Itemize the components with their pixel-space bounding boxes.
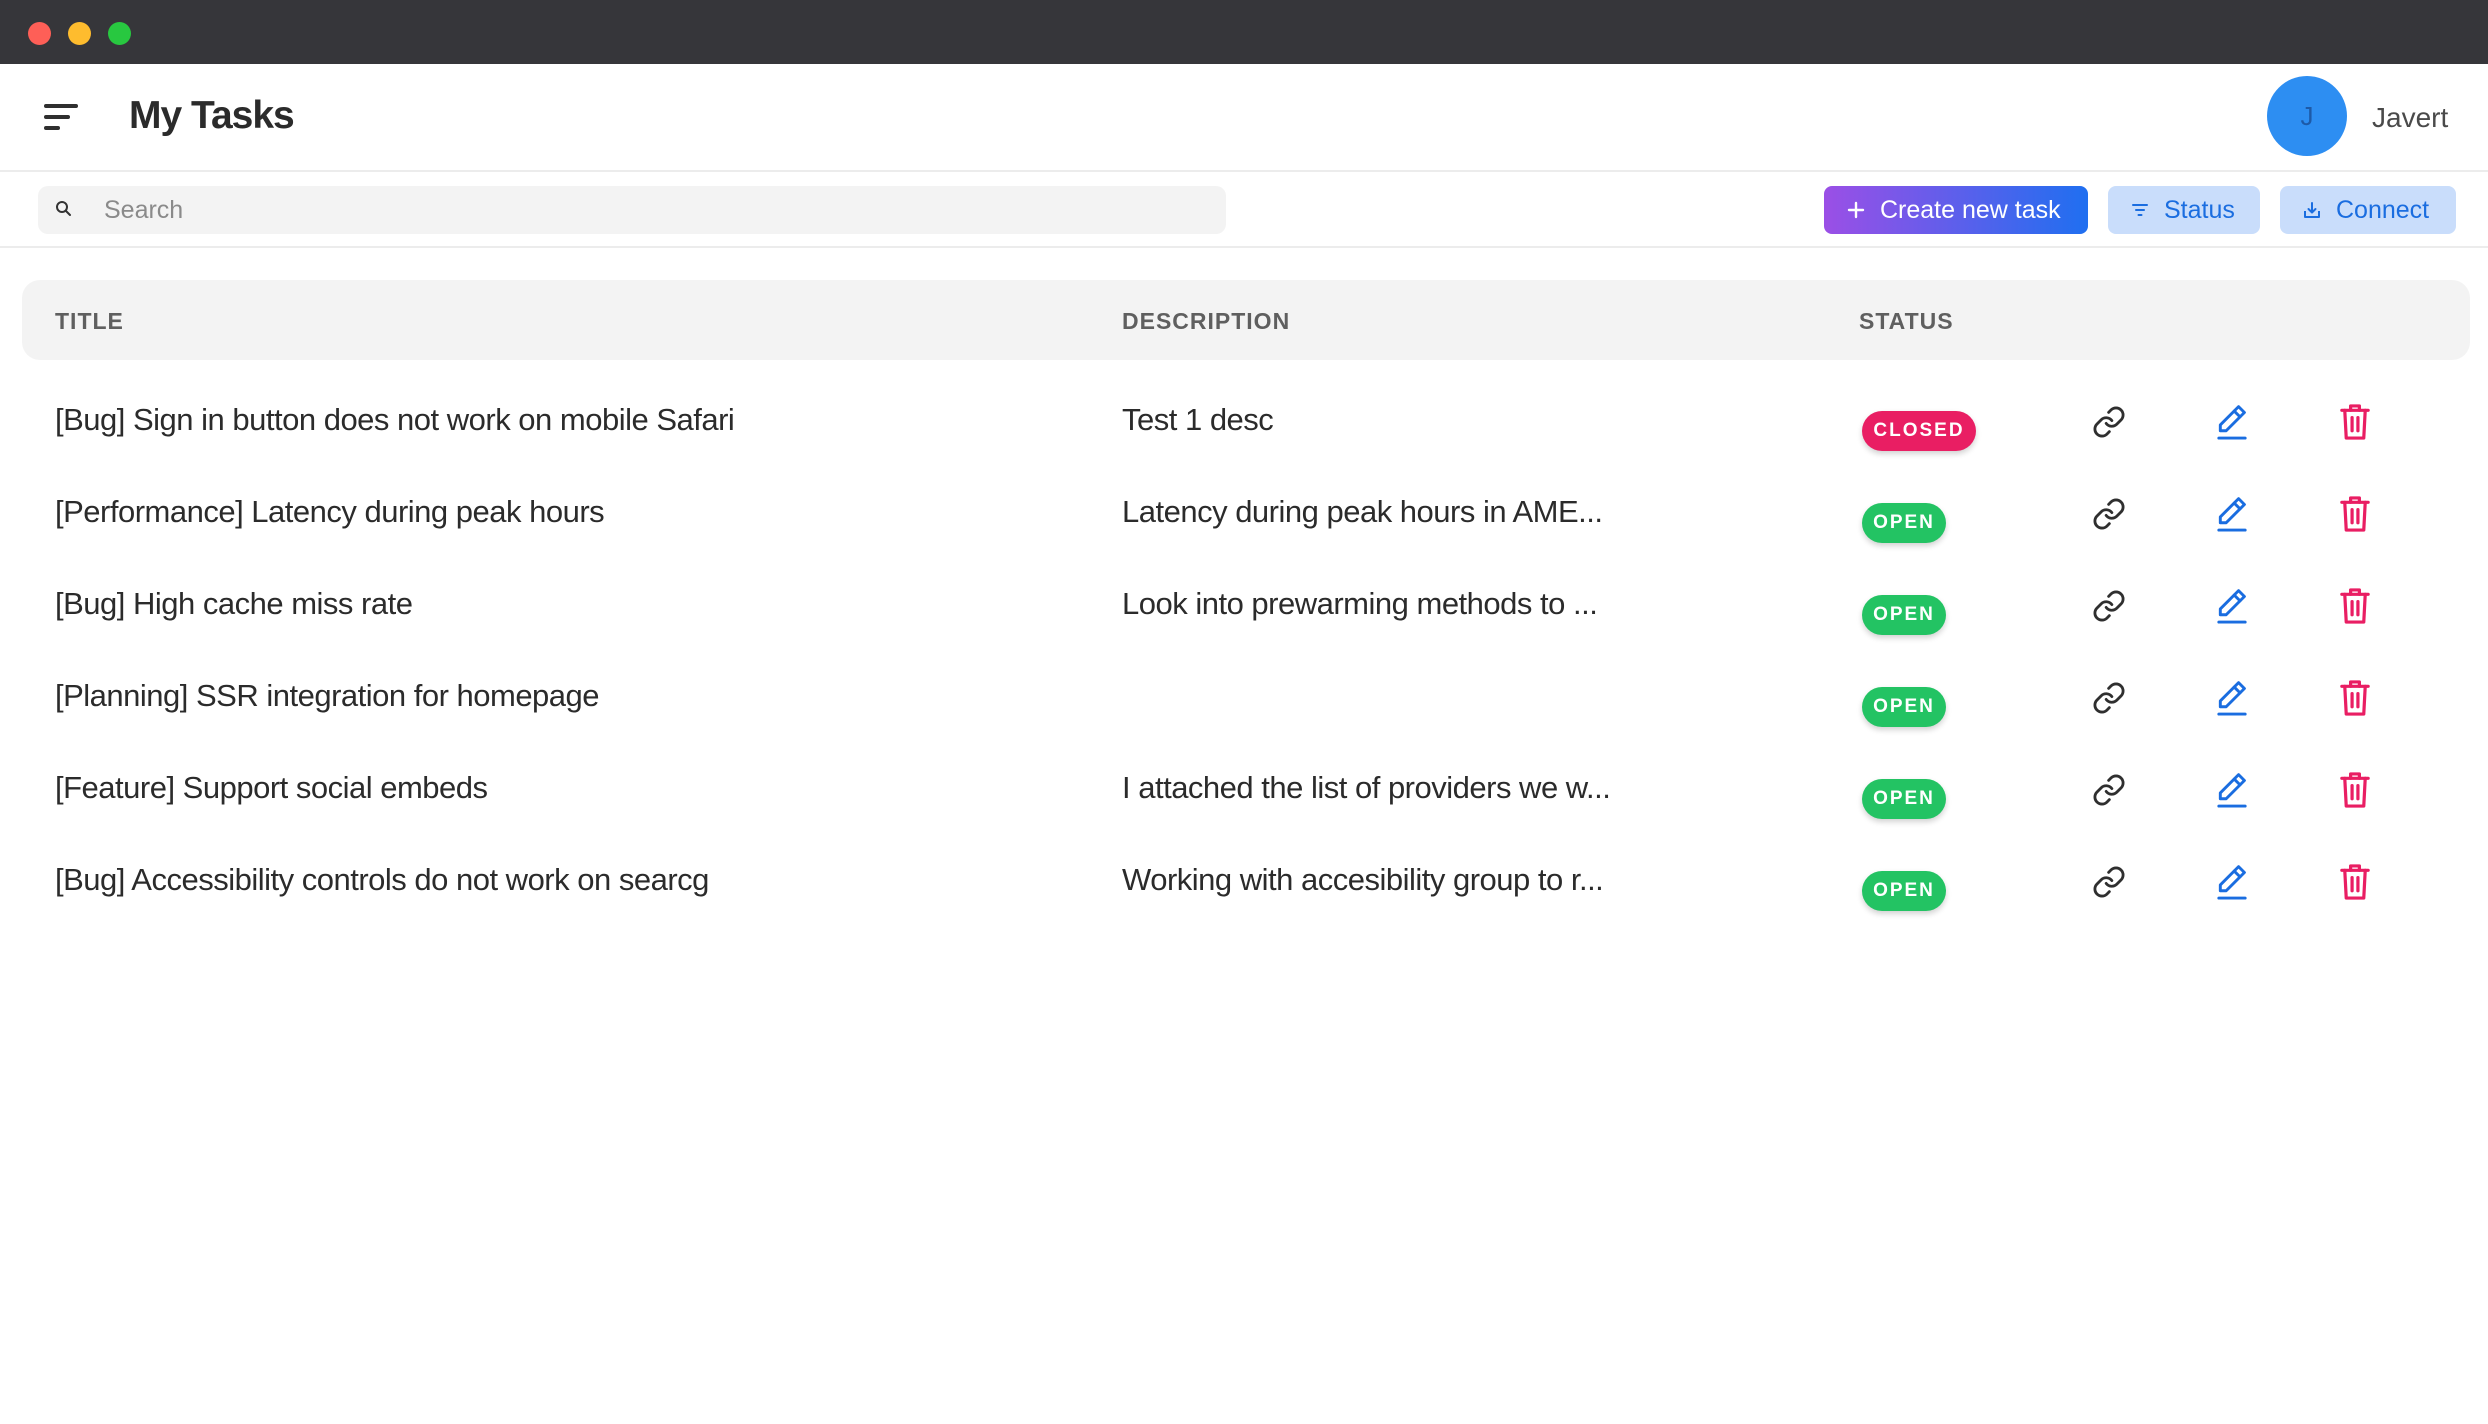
task-title[interactable]: [Bug] High cache miss rate	[55, 586, 413, 622]
task-title[interactable]: [Bug] Sign in button does not work on mo…	[55, 402, 735, 438]
connect-button[interactable]: Connect	[2280, 186, 2456, 234]
task-description: I attached the list of providers we w...	[1122, 770, 1611, 805]
search-icon	[56, 201, 71, 216]
link-icon[interactable]	[2087, 860, 2131, 904]
edit-icon[interactable]	[2210, 400, 2254, 444]
connect-label: Connect	[2336, 195, 2430, 224]
create-task-button[interactable]: Create new task	[1824, 186, 2088, 234]
maximize-window-button[interactable]	[108, 22, 131, 45]
table-row[interactable]: [Bug] High cache miss rate Look into pre…	[0, 562, 2488, 654]
minimize-window-button[interactable]	[68, 22, 91, 45]
status-badge: CLOSED	[1862, 411, 1976, 451]
edit-icon[interactable]	[2210, 492, 2254, 536]
status-badge: OPEN	[1862, 871, 1946, 911]
edit-icon[interactable]	[2210, 584, 2254, 628]
close-window-button[interactable]	[28, 22, 51, 45]
column-header-title[interactable]: TITLE	[55, 308, 124, 335]
table-row[interactable]: [Bug] Sign in button does not work on mo…	[0, 378, 2488, 470]
link-icon[interactable]	[2087, 676, 2131, 720]
page-title: My Tasks	[129, 94, 295, 137]
trash-icon[interactable]	[2333, 768, 2377, 812]
task-description: Latency during peak hours in AME...	[1122, 494, 1603, 529]
trash-icon[interactable]	[2333, 584, 2377, 628]
edit-icon[interactable]	[2210, 676, 2254, 720]
link-icon[interactable]	[2087, 768, 2131, 812]
table-row[interactable]: [Bug] Accessibility controls do not work…	[0, 838, 2488, 930]
avatar-initial: J	[2300, 100, 2314, 131]
table-row[interactable]: [Performance] Latency during peak hours …	[0, 470, 2488, 562]
window-titlebar	[0, 0, 2488, 64]
task-description: Test 1 desc	[1122, 402, 1274, 437]
hamburger-menu-icon[interactable]	[44, 102, 80, 132]
edit-icon[interactable]	[2210, 860, 2254, 904]
toolbar: Create new task Status Connect	[0, 172, 2488, 248]
download-icon	[2304, 202, 2320, 218]
status-badge: OPEN	[1862, 595, 1946, 635]
filter-icon	[2132, 204, 2148, 216]
column-header-status[interactable]: STATUS	[1859, 308, 1954, 335]
status-badge: OPEN	[1862, 503, 1946, 543]
status-filter-button[interactable]: Status	[2108, 186, 2260, 234]
table-header: TITLE DESCRIPTION STATUS	[22, 280, 2470, 360]
link-icon[interactable]	[2087, 492, 2131, 536]
task-title[interactable]: [Bug] Accessibility controls do not work…	[55, 862, 709, 898]
status-badge: OPEN	[1862, 687, 1946, 727]
link-icon[interactable]	[2087, 400, 2131, 444]
edit-icon[interactable]	[2210, 768, 2254, 812]
task-description: Look into prewarming methods to ...	[1122, 586, 1598, 621]
app-header: My Tasks J Javert	[0, 64, 2488, 172]
trash-icon[interactable]	[2333, 860, 2377, 904]
table-row[interactable]: [Planning] SSR integration for homepage …	[0, 654, 2488, 746]
status-filter-label: Status	[2164, 195, 2235, 224]
task-description: Working with accesibility group to r...	[1122, 862, 1604, 897]
link-icon[interactable]	[2087, 584, 2131, 628]
trash-icon[interactable]	[2333, 400, 2377, 444]
status-badge: OPEN	[1862, 779, 1946, 819]
avatar[interactable]: J	[2267, 76, 2347, 156]
table-row[interactable]: [Feature] Support social embeds I attach…	[0, 746, 2488, 838]
task-title[interactable]: [Feature] Support social embeds	[55, 770, 488, 806]
trash-icon[interactable]	[2333, 676, 2377, 720]
create-task-label: Create new task	[1880, 195, 2061, 224]
column-header-description[interactable]: DESCRIPTION	[1122, 308, 1290, 335]
trash-icon[interactable]	[2333, 492, 2377, 536]
plus-icon	[1847, 201, 1865, 219]
search-input[interactable]	[104, 186, 1204, 234]
task-title[interactable]: [Performance] Latency during peak hours	[55, 494, 605, 530]
search-bar[interactable]	[38, 186, 1226, 234]
task-title[interactable]: [Planning] SSR integration for homepage	[55, 678, 600, 714]
user-name[interactable]: Javert	[2372, 102, 2448, 134]
